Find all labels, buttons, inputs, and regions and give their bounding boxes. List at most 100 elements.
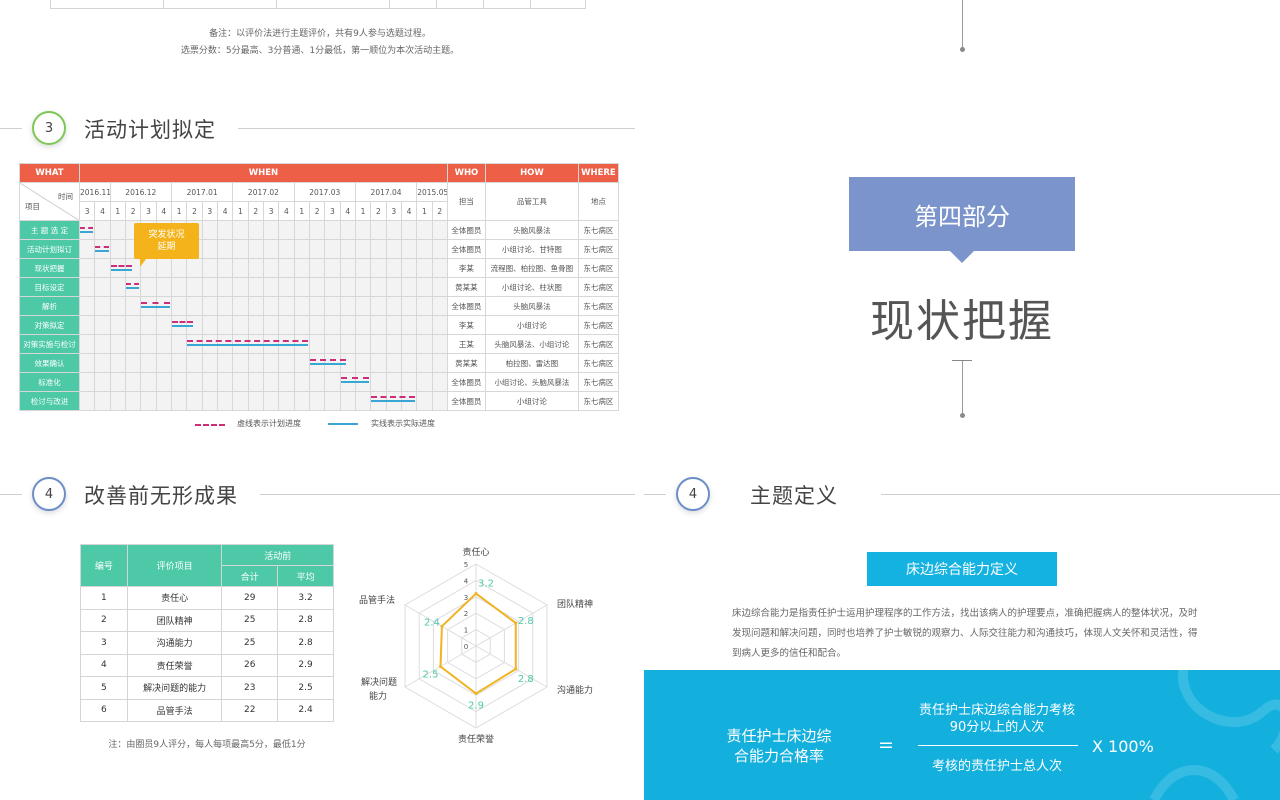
gantt-cell <box>431 315 448 335</box>
right-section-title: 主题定义 <box>750 484 838 508</box>
radar-tick-label: 1 <box>464 627 468 635</box>
gantt-cell <box>431 258 448 278</box>
gantt-cell <box>186 315 203 335</box>
formula-numerator: 责任护士床边综合能力考核90分以上的人次 <box>918 703 1075 735</box>
gantt-cell <box>385 353 402 373</box>
gantt-cell <box>216 315 234 335</box>
section4-number-badge: 4 <box>32 477 66 511</box>
gantt-how: 头脑风暴法 <box>484 220 579 240</box>
gantt-month: 2017.04 <box>354 182 418 202</box>
gantt-cell <box>293 315 310 335</box>
score-avg: 2.8 <box>277 631 334 655</box>
gantt-cell <box>385 334 402 354</box>
gantt-cell <box>109 220 126 240</box>
gantt-chart: WHAT WHEN WHO HOW WHERE 时间 项目 2016.11 201… <box>19 163 619 411</box>
gantt-cell <box>324 353 341 373</box>
formula-fraction-line <box>918 745 1078 746</box>
score-table: 编号 评价项目 活动前 合计 平均 1 责任心 29 3.2 2 团队精神 25 2.8 3 沟通… <box>80 544 334 722</box>
radar-value-label: 2.8 <box>518 674 534 685</box>
gantt-how: 小组讨论 <box>484 391 579 411</box>
gantt-cell <box>78 220 96 240</box>
radar-point <box>474 592 478 596</box>
gantt-cell <box>232 391 249 411</box>
gantt-cell <box>140 353 157 373</box>
gantt-cell <box>247 353 264 373</box>
gantt-month: 2017.01 <box>170 182 234 202</box>
gantt-cell <box>201 239 218 259</box>
gantt-cell <box>78 296 96 316</box>
score-head-group: 活动前 <box>221 544 334 566</box>
gantt-cell <box>339 258 356 278</box>
radar-value-label: 2.4 <box>424 617 440 628</box>
gantt-cell <box>247 296 264 316</box>
section3-title: 活动计划拟定 <box>84 118 216 142</box>
gantt-cell <box>400 296 418 316</box>
gantt-cell <box>201 334 218 354</box>
gantt-cell <box>262 353 280 373</box>
score-head-item: 评价项目 <box>126 544 223 587</box>
gantt-task: 对策实施与检讨 <box>19 334 80 354</box>
radar-category-label: 责任荣誉 <box>458 733 494 745</box>
gantt-cell <box>109 239 126 259</box>
score-avg: 2.9 <box>277 653 334 677</box>
gantt-cell <box>78 391 96 411</box>
gantt-cell <box>247 277 264 297</box>
score-item: 责任心 <box>126 586 223 610</box>
gantt-cell <box>201 220 218 240</box>
radar-value-label: 2.8 <box>518 616 534 627</box>
gantt-cell <box>308 277 326 297</box>
gantt-where: 东七病区 <box>577 296 619 316</box>
gantt-cell <box>308 315 326 335</box>
score-head-no: 编号 <box>80 544 128 587</box>
gantt-week: 1 <box>109 201 126 221</box>
gantt-cell <box>308 372 326 392</box>
gantt-where: 东七病区 <box>577 372 619 392</box>
gantt-cell <box>216 239 234 259</box>
gantt-cell <box>354 220 372 240</box>
section3-line-right <box>238 128 635 129</box>
gantt-cell <box>186 353 203 373</box>
gantt-cell <box>186 296 203 316</box>
gantt-cell <box>431 296 448 316</box>
gantt-where: 东七病区 <box>577 239 619 259</box>
score-no: 3 <box>80 631 128 655</box>
gantt-head-how: HOW <box>484 163 579 183</box>
gantt-cell <box>262 334 280 354</box>
gantt-cell <box>385 277 402 297</box>
gantt-cell <box>247 239 264 259</box>
gantt-task: 现状把握 <box>19 258 80 278</box>
gantt-who: 李某 <box>446 315 486 335</box>
gantt-cell <box>308 334 326 354</box>
gantt-week: 1 <box>416 201 433 221</box>
gantt-cell <box>339 391 356 411</box>
gantt-cell <box>262 391 280 411</box>
gantt-row: 解析 全体圈员 头脑风暴法 东七病区 <box>19 296 619 316</box>
gantt-task: 标准化 <box>19 372 80 392</box>
gantt-cell <box>155 296 172 316</box>
score-no: 1 <box>80 586 128 610</box>
gantt-week: 4 <box>216 201 234 221</box>
gantt-cell <box>431 277 448 297</box>
gantt-cell <box>94 372 111 392</box>
radar-category-label: 品管手法 <box>359 594 395 606</box>
title-vertical-line <box>962 361 963 415</box>
gantt-row: 现状把握 李某 流程图、柏拉图、鱼骨图 东七病区 <box>19 258 619 278</box>
gantt-cell <box>308 220 326 240</box>
gantt-week: 2 <box>370 201 387 221</box>
gantt-where: 东七病区 <box>577 220 619 240</box>
formula-banner: 责任护士床边综合能力合格率 = 责任护士床边综合能力考核90分以上的人次 考核的… <box>644 670 1280 800</box>
gantt-cell <box>140 372 157 392</box>
gantt-who: 全体圈员 <box>446 220 486 240</box>
gantt-cell <box>354 334 372 354</box>
score-row: 1 责任心 29 3.2 <box>80 586 334 610</box>
score-note: 注：由圈员9人评分，每人每项最高5分，最低1分 <box>108 740 306 750</box>
gantt-how: 小组讨论、头脑风暴法 <box>484 372 579 392</box>
gantt-cell <box>400 353 418 373</box>
gantt-cell <box>385 296 402 316</box>
gantt-cell <box>170 277 188 297</box>
gantt-where: 东七病区 <box>577 391 619 411</box>
gantt-how: 小组讨论 <box>484 315 579 335</box>
delay-callout: 突发状况 延期 <box>134 223 199 267</box>
gantt-cell <box>324 296 341 316</box>
gantt-row: 检讨与改进 全体圈员 小组讨论 东七病区 <box>19 391 619 411</box>
